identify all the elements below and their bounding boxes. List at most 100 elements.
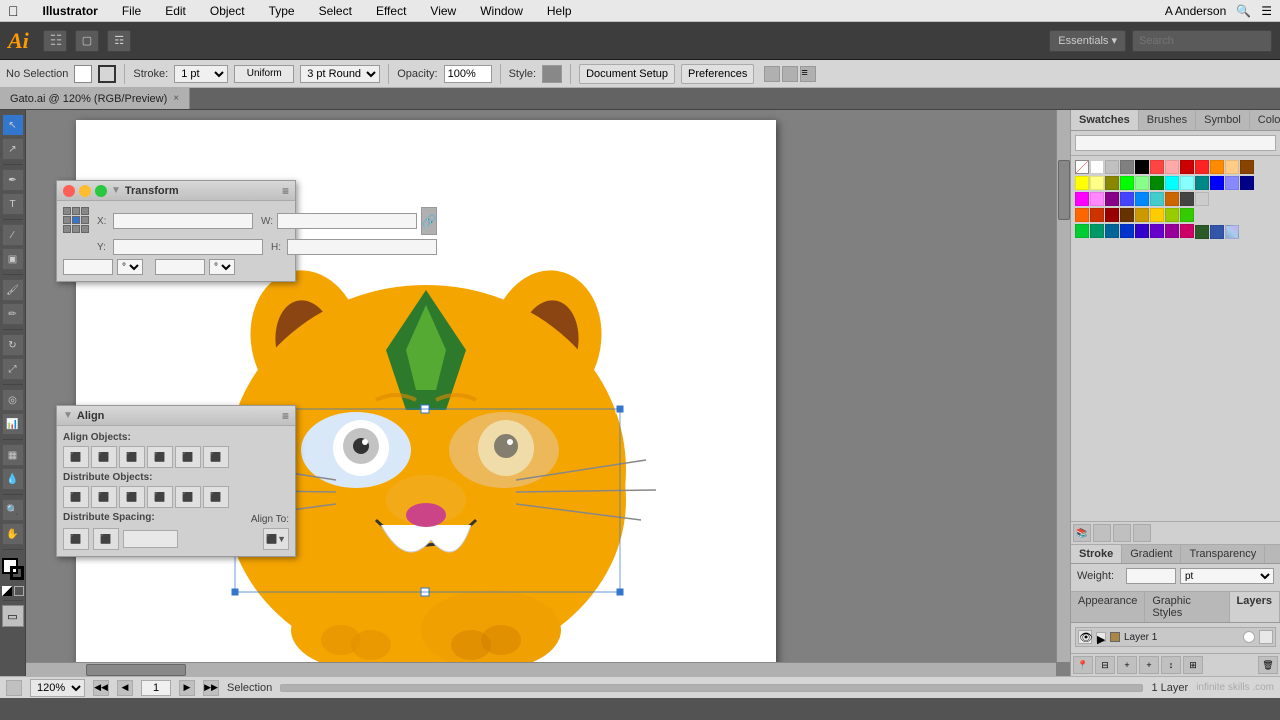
transform-point-grid[interactable] [63, 207, 89, 233]
nav-last-btn[interactable]: ▶▶ [203, 680, 219, 696]
dist-left-btn[interactable]: ⬛ [63, 486, 89, 508]
swatch-red1[interactable] [1150, 160, 1164, 174]
sw-indigo[interactable] [1120, 192, 1134, 206]
sw-lt-blue[interactable] [1225, 176, 1239, 190]
sw-dark-gray[interactable] [1180, 192, 1194, 206]
vertical-scrollbar[interactable] [1056, 110, 1070, 662]
sw-dk-blue[interactable] [1240, 176, 1254, 190]
transform-panel-header[interactable]: ▼ Transform ≡ [57, 181, 295, 201]
status-icon[interactable] [6, 680, 22, 696]
point-bc[interactable] [72, 225, 80, 233]
screen-mode-btn[interactable]: ▭ [2, 605, 24, 627]
swatch-search-input[interactable] [1075, 135, 1276, 151]
sw-dark-purple[interactable] [1165, 224, 1179, 238]
pencil-tool[interactable]: ✏ [2, 303, 24, 325]
rect-tool[interactable]: ▣ [2, 248, 24, 270]
sw-lt-magenta[interactable] [1090, 192, 1104, 206]
sw-forest[interactable] [1195, 225, 1209, 239]
sw-cobalt[interactable] [1120, 224, 1134, 238]
swatch-del-btn[interactable] [1133, 524, 1151, 542]
file-tab[interactable]: Gato.ai @ 120% (RGB/Preview) × [0, 88, 190, 109]
canvas-area[interactable]: ▼ Transform ≡ [26, 110, 1070, 676]
sw-maroon[interactable] [1105, 208, 1119, 222]
swatch-bright-red[interactable] [1195, 160, 1209, 174]
stroke-weight-input[interactable] [1126, 568, 1176, 584]
align-left-btn[interactable]: ⬛ [63, 446, 89, 468]
sw-lt-green[interactable] [1135, 176, 1149, 190]
swatch-gray[interactable] [1120, 160, 1134, 174]
stroke-color-box[interactable] [10, 566, 24, 580]
delete-layer-btn[interactable]: 🗑 [1258, 656, 1278, 674]
tab-appearance[interactable]: Appearance [1071, 592, 1145, 622]
gradient-tool[interactable]: ▦ [2, 444, 24, 466]
nav-prev-btn[interactable]: ◀ [117, 680, 133, 696]
swatch-orange2[interactable] [1225, 160, 1239, 174]
sw-lt-yellow[interactable] [1090, 176, 1104, 190]
align-panel-header[interactable]: ▼ Align ≡ [57, 406, 295, 426]
tab-transparency[interactable]: Transparency [1181, 545, 1265, 563]
sw-magenta[interactable] [1075, 192, 1089, 206]
none-color-icon[interactable] [14, 586, 24, 596]
swatch-none[interactable] [1075, 160, 1089, 174]
horizontal-scroll-thumb[interactable] [86, 664, 186, 676]
essentials-dropdown[interactable]: Essentials ▾ [1049, 30, 1126, 52]
dist-center-v-btn[interactable]: ⬛ [175, 486, 201, 508]
tab-brushes[interactable]: Brushes [1139, 110, 1196, 130]
align-right-btn[interactable]: ⬛ [119, 446, 145, 468]
tab-swatches[interactable]: Swatches [1071, 110, 1139, 130]
align-center-v-btn[interactable]: ⬛ [175, 446, 201, 468]
preferences-button[interactable]: Preferences [681, 64, 754, 84]
file-menu[interactable]: File [118, 4, 145, 18]
display-mode-btn[interactable]: ▢ [75, 30, 99, 52]
sw-gold1[interactable] [1135, 208, 1149, 222]
sw-green[interactable] [1120, 176, 1134, 190]
tab-close-icon[interactable]: × [173, 93, 179, 104]
sw-silver[interactable] [1195, 192, 1209, 206]
rotate-tool[interactable]: ↻ [2, 334, 24, 356]
apple-menu-icon[interactable]:  [8, 3, 19, 19]
transform-min-btn[interactable] [79, 185, 91, 197]
sw-yellow-green[interactable] [1165, 208, 1179, 222]
pen-tool[interactable]: ✒ [2, 169, 24, 191]
link-proportions-btn[interactable]: 🔗 [421, 207, 437, 235]
swatch-white[interactable] [1090, 160, 1104, 174]
dist-center-h-btn[interactable]: ⬛ [91, 486, 117, 508]
page-input[interactable] [141, 680, 171, 696]
swatch-group-btn[interactable] [1113, 524, 1131, 542]
sw-teal[interactable] [1150, 192, 1164, 206]
transform-max-btn[interactable] [95, 185, 107, 197]
w-input[interactable] [277, 213, 417, 229]
hand-tool[interactable]: ✋ [2, 523, 24, 545]
search-icon[interactable]: 🔍 [1236, 4, 1251, 18]
rotate-input[interactable] [63, 259, 113, 275]
y-input[interactable] [113, 239, 263, 255]
vertical-scroll-thumb[interactable] [1058, 160, 1070, 220]
point-mc[interactable] [72, 216, 80, 224]
search-input[interactable] [1132, 30, 1272, 52]
sw-chocolate[interactable] [1120, 208, 1134, 222]
swatch-black[interactable] [1135, 160, 1149, 174]
extra-btn1[interactable] [764, 66, 780, 82]
scale-tool[interactable]: ⤢ [2, 358, 24, 380]
rotate-units[interactable]: ° [117, 259, 143, 275]
spacing-input[interactable] [123, 530, 178, 548]
sw-sky-blue[interactable] [1135, 192, 1149, 206]
sw-emerald[interactable] [1090, 224, 1104, 238]
zoom-select[interactable]: 120% 100% 150% [30, 679, 85, 697]
sw-lt-cyan[interactable] [1180, 176, 1194, 190]
transform-close-btn[interactable] [63, 185, 75, 197]
select-menu[interactable]: Select [315, 4, 356, 18]
sw-dk-yellow[interactable] [1105, 176, 1119, 190]
sw-gold2[interactable] [1150, 208, 1164, 222]
type-menu[interactable]: Type [265, 4, 299, 18]
app-menu[interactable]: Illustrator [39, 4, 102, 18]
tab-layers[interactable]: Layers [1230, 592, 1280, 622]
sw-crimson[interactable] [1180, 224, 1194, 238]
swatch-light-gray[interactable] [1105, 160, 1119, 174]
swatch-orange1[interactable] [1210, 160, 1224, 174]
layer-visibility-toggle[interactable]: 👁 [1078, 630, 1092, 644]
point-mr[interactable] [81, 216, 89, 224]
locate-object-btn[interactable]: 📍 [1073, 656, 1093, 674]
tab-symbol[interactable]: Symbol [1196, 110, 1250, 130]
sw-dk-green[interactable] [1150, 176, 1164, 190]
